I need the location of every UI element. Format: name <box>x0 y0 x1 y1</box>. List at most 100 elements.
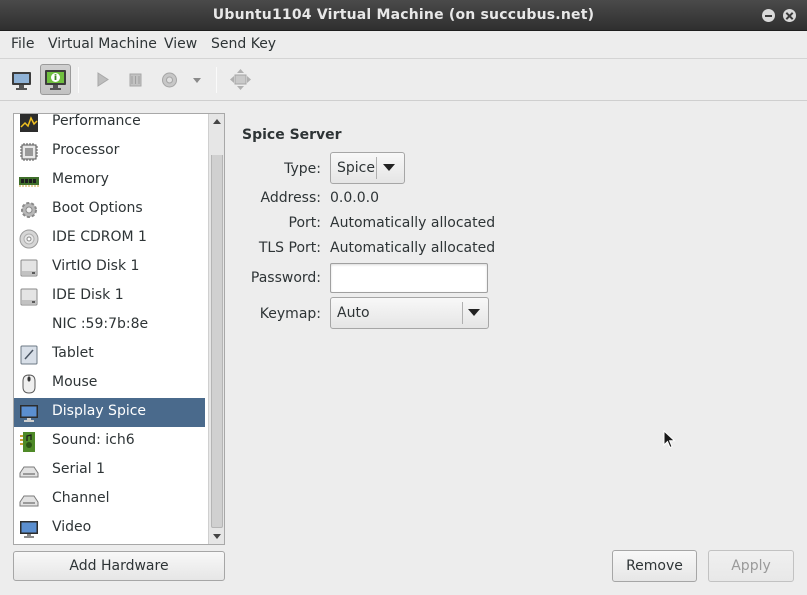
list-item-label: Tablet <box>52 345 94 361</box>
list-item-mouse[interactable]: Mouse <box>14 369 205 398</box>
mouse-icon <box>22 374 36 394</box>
list-item-sound[interactable]: Sound: ich6 <box>14 427 205 456</box>
shutdown-button[interactable] <box>154 64 185 95</box>
fullscreen-icon <box>230 69 251 90</box>
menu-file[interactable]: File <box>11 36 34 52</box>
list-item-label: Memory <box>52 171 109 187</box>
list-item-channel[interactable]: Channel <box>14 485 205 514</box>
display-icon <box>20 405 38 422</box>
info-icon <box>45 70 66 90</box>
list-item-label: Serial 1 <box>52 461 105 477</box>
window-title: Ubuntu1104 Virtual Machine (on succubus.… <box>212 7 595 23</box>
chevron-down-icon <box>193 78 201 83</box>
close-icon[interactable] <box>783 9 796 22</box>
run-button[interactable] <box>87 64 118 95</box>
hardware-list-items: Performance Processor Memory Boot Option… <box>14 114 205 544</box>
minimize-icon[interactable] <box>762 9 775 22</box>
keymap-label: Keymap: <box>259 306 321 322</box>
dropdown-separator <box>462 302 463 324</box>
performance-icon <box>20 114 38 132</box>
type-dropdown-value: Spice <box>337 160 375 176</box>
shutdown-menu-button[interactable] <box>187 64 207 95</box>
type-label: Type: <box>284 161 321 177</box>
details-view-button[interactable] <box>40 64 71 95</box>
channel-icon <box>19 495 39 507</box>
list-item-label: VirtIO Disk 1 <box>52 258 140 274</box>
list-item-virtio-disk-1[interactable]: VirtIO Disk 1 <box>14 253 205 282</box>
mouse-pointer-icon <box>663 430 676 449</box>
list-item-label: Sound: ich6 <box>52 432 135 448</box>
type-dropdown[interactable]: Spice <box>330 152 405 184</box>
dropdown-separator <box>376 157 377 179</box>
menu-view[interactable]: View <box>164 36 197 52</box>
scroll-down-icon[interactable] <box>210 529 224 543</box>
list-item-label: Mouse <box>52 374 98 390</box>
scrollbar-thumb[interactable] <box>211 129 223 528</box>
list-item-label: Boot Options <box>52 200 143 216</box>
menu-send-key[interactable]: Send Key <box>211 36 276 52</box>
address-label: Address: <box>260 190 321 206</box>
pause-button[interactable] <box>120 64 151 95</box>
disk-icon <box>20 288 38 306</box>
console-view-button[interactable] <box>6 64 37 95</box>
list-item-ide-disk-1[interactable]: IDE Disk 1 <box>14 282 205 311</box>
port-value: Automatically allocated <box>330 215 496 231</box>
disk-icon <box>20 259 38 277</box>
address-value: 0.0.0.0 <box>330 190 379 206</box>
video-icon <box>20 521 38 538</box>
menubar: File Virtual Machine View Send Key <box>0 31 807 59</box>
password-field[interactable] <box>330 263 488 293</box>
serial-icon <box>19 466 39 478</box>
scroll-up-icon[interactable] <box>210 115 224 129</box>
list-item-label: IDE Disk 1 <box>52 287 124 303</box>
list-item-processor[interactable]: Processor <box>14 137 205 166</box>
scrollbar-track-gap <box>211 129 223 155</box>
tls-port-value: Automatically allocated <box>330 240 496 256</box>
add-hardware-button[interactable]: Add Hardware <box>13 551 225 581</box>
boot-options-icon <box>21 202 37 218</box>
list-item-ide-cdrom-1[interactable]: IDE CDROM 1 <box>14 224 205 253</box>
memory-icon <box>19 177 39 187</box>
list-item-label: IDE CDROM 1 <box>52 229 147 245</box>
apply-button[interactable]: Apply <box>708 550 794 582</box>
cdrom-icon <box>19 229 39 249</box>
play-icon <box>97 72 109 87</box>
list-item-video[interactable]: Video <box>14 514 205 543</box>
window-titlebar[interactable]: Ubuntu1104 Virtual Machine (on succubus.… <box>0 0 807 31</box>
section-title: Spice Server <box>242 127 342 143</box>
list-item-label: Video <box>52 519 92 535</box>
password-label: Password: <box>250 270 321 286</box>
toolbar-separator <box>216 67 217 93</box>
menu-virtual-machine[interactable]: Virtual Machine <box>48 36 157 52</box>
chevron-down-icon <box>468 309 480 316</box>
list-item-label: Channel <box>52 490 110 506</box>
tablet-icon <box>20 345 38 365</box>
pause-icon <box>129 73 142 87</box>
toolbar-separator <box>78 67 79 93</box>
list-item-label: Performance <box>52 114 141 129</box>
processor-icon <box>20 143 38 161</box>
list-item-memory[interactable]: Memory <box>14 166 205 195</box>
keymap-dropdown[interactable]: Auto <box>330 297 489 329</box>
sound-icon <box>20 432 35 452</box>
remove-button[interactable]: Remove <box>612 550 697 582</box>
list-item-label: Display Spice <box>52 403 147 419</box>
keymap-dropdown-value: Auto <box>337 305 370 321</box>
list-scrollbar[interactable] <box>208 114 224 544</box>
list-item-nic[interactable]: NIC :59:7b:8e <box>14 311 205 340</box>
list-item-display-spice[interactable]: Display Spice <box>14 398 205 427</box>
tls-port-label: TLS Port: <box>258 240 321 256</box>
list-item-label: NIC :59:7b:8e <box>52 316 149 332</box>
list-item-performance[interactable]: Performance <box>14 114 205 137</box>
port-label: Port: <box>288 215 321 231</box>
list-item-label: Processor <box>52 142 120 158</box>
list-item-tablet[interactable]: Tablet <box>14 340 205 369</box>
list-item-boot-options[interactable]: Boot Options <box>14 195 205 224</box>
monitor-icon <box>12 72 31 90</box>
toolbar <box>0 59 807 101</box>
power-icon <box>162 72 177 88</box>
hardware-list[interactable]: Performance Processor Memory Boot Option… <box>13 113 225 545</box>
fullscreen-button[interactable] <box>225 64 256 95</box>
chevron-down-icon <box>383 164 395 171</box>
list-item-serial-1[interactable]: Serial 1 <box>14 456 205 485</box>
